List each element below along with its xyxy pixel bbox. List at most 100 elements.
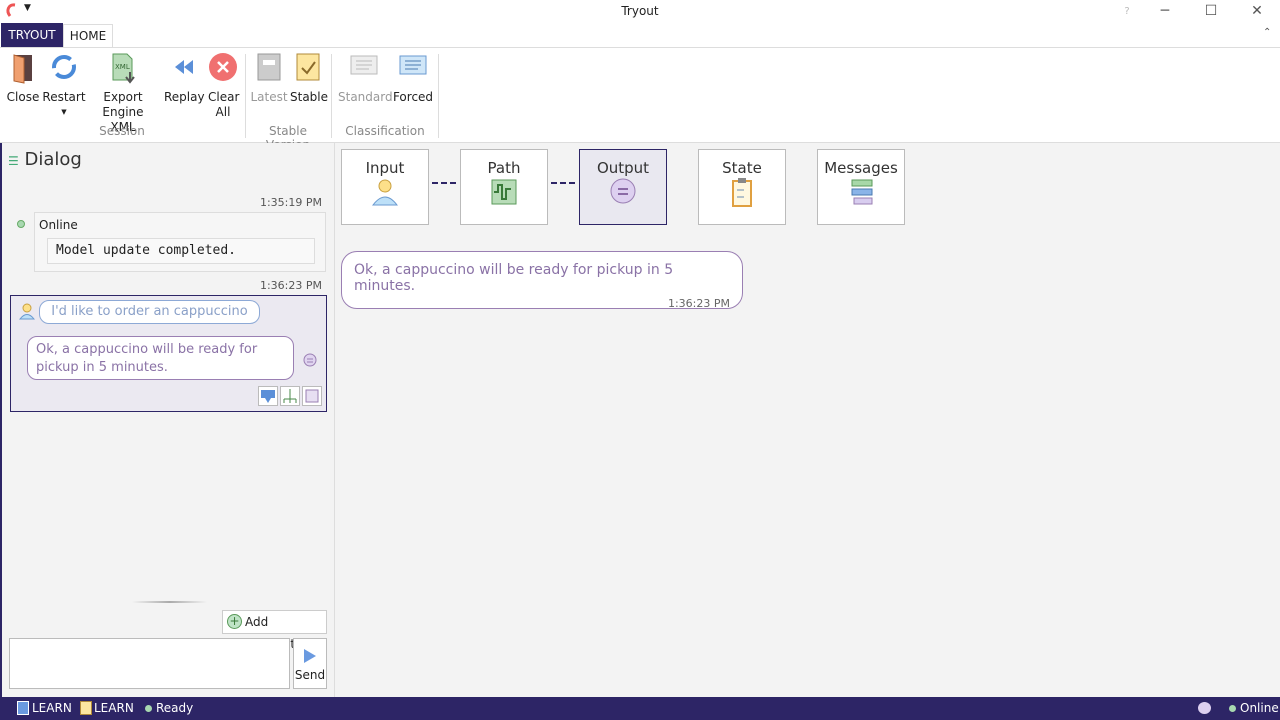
standard-label: Standard [338,90,393,104]
output-bubble: Ok, a cappuccino will be ready for picku… [341,251,743,310]
close-button[interactable]: Close [6,52,40,105]
book-icon [257,53,281,81]
conversation-turn[interactable]: I'd like to order an cappuccino Ok, a ca… [10,295,327,412]
step-state[interactable]: State [698,149,786,225]
latest-button[interactable]: Latest [250,52,288,105]
ribbon: Close Restart ▼ XML Export Engine XML Re… [0,47,1280,152]
refresh-icon [52,55,76,79]
window-title: Tryout [621,4,659,18]
quote-button[interactable] [302,386,322,406]
ready-status: Ready [156,701,194,715]
quote-icon [305,389,319,403]
output-timestamp: 1:36:23 PM [667,297,730,310]
dialog-title: ☰ Dialog [8,149,82,170]
online-status-icon [17,220,25,228]
door-icon [13,54,32,84]
inspector-panel: Input Path Output State Messages Ok, a c… [336,143,1280,697]
learn-stable-icon [80,701,92,715]
dialog-title-text: Dialog [24,149,82,170]
resize-grip[interactable] [132,601,207,603]
step-label: State [722,159,762,177]
timestamp: 1:35:19 PM [259,196,322,209]
replay-button[interactable]: Replay [164,52,205,105]
close-window-button[interactable]: ✕ [1234,0,1280,23]
arrow-down-icon [261,390,275,403]
status-label: Online [39,218,78,232]
collapse-ribbon-icon[interactable]: ⌃ [1263,27,1271,38]
connector [432,182,456,184]
step-label: Output [596,159,650,177]
step-label: Input [365,159,405,177]
restart-dropdown-icon[interactable]: ▼ [42,105,86,120]
step-input[interactable]: Input [341,149,429,225]
rewind-icon [175,60,193,74]
add-parameter-button[interactable]: + Add Parameter [222,610,327,651]
status-bar: LEARN LEARN Ready Online [0,697,1280,720]
close-label: Close [6,90,40,104]
bot-output-bubble[interactable]: Ok, a cappuccino will be ready for picku… [27,336,294,380]
classification-group-label: Classification [345,124,425,138]
svg-text:XML: XML [115,63,130,71]
clear-icon [209,53,237,81]
ready-dot-icon [145,705,152,712]
step-output[interactable]: Output [579,149,667,225]
plus-icon: + [227,614,242,629]
send-label: Send [294,668,326,682]
learn-book-icon [17,701,29,715]
title-bar: ▼ Tryout ? ─ ☐ ✕ [0,0,1280,23]
xml-export-icon: XML [112,53,135,84]
divider [438,54,439,138]
replay-label: Replay [164,90,205,104]
user-input-bubble[interactable]: I'd like to order an cappuccino [39,300,260,324]
dialog-panel: ☰ Dialog 1:35:19 PM Online Model update … [0,143,335,697]
connector [551,182,575,184]
clipboard-icon [732,178,752,207]
timestamp: 1:36:23 PM [259,279,322,292]
step-messages[interactable]: Messages [817,149,905,225]
chat-icon[interactable] [1198,702,1211,714]
forced-button[interactable]: Forced [392,52,434,105]
learn-status-2[interactable]: LEARN [94,701,134,715]
step-path[interactable]: Path [460,149,548,225]
user-icon [19,303,35,320]
standard-button[interactable]: Standard [338,52,393,105]
online-status: Online [1240,701,1279,715]
hierarchy-icon [283,389,297,403]
stable-check-icon [296,53,320,81]
show-path-button[interactable] [280,386,300,406]
learn-status-1[interactable]: LEARN [32,701,72,715]
dialog-icon: ☰ [8,154,19,168]
session-group-label: Session [99,124,145,138]
clear-all-label: Clear All [208,90,240,119]
clear-all-button[interactable]: Clear All [206,52,240,120]
tab-tryout[interactable]: TRYOUT [1,23,63,47]
latest-label: Latest [250,90,288,104]
export-engine-xml-button[interactable]: XML Export Engine XML [90,52,156,135]
restart-button[interactable]: Restart ▼ [42,52,86,120]
output-speech-icon [303,353,317,367]
user-icon [371,179,399,206]
speech-bubble-icon [610,178,636,204]
standard-list-icon [350,55,378,75]
message-input[interactable] [9,638,290,689]
output-text: Ok, a cappuccino will be ready for picku… [354,262,674,294]
messages-icon [851,179,873,205]
ribbon-tabs: TRYOUT HOME ⌃ [0,23,1280,48]
system-message-text: Model update completed. [47,238,315,264]
step-label: Messages [824,159,898,177]
forced-list-icon [399,55,427,75]
stable-label: Stable [290,90,329,104]
path-icon [491,179,517,205]
insert-below-button[interactable] [258,386,278,406]
online-dot-icon [1229,705,1236,712]
restart-label: Restart [42,90,86,104]
system-message: Online Model update completed. [34,212,326,272]
step-label: Path [487,159,521,177]
minimize-button[interactable]: ─ [1142,0,1188,23]
tab-home[interactable]: HOME [63,24,113,48]
stable-button[interactable]: Stable [290,52,329,105]
send-button[interactable]: Send [293,638,327,689]
forced-label: Forced [392,90,434,104]
maximize-button[interactable]: ☐ [1188,0,1234,23]
send-icon [304,649,316,663]
